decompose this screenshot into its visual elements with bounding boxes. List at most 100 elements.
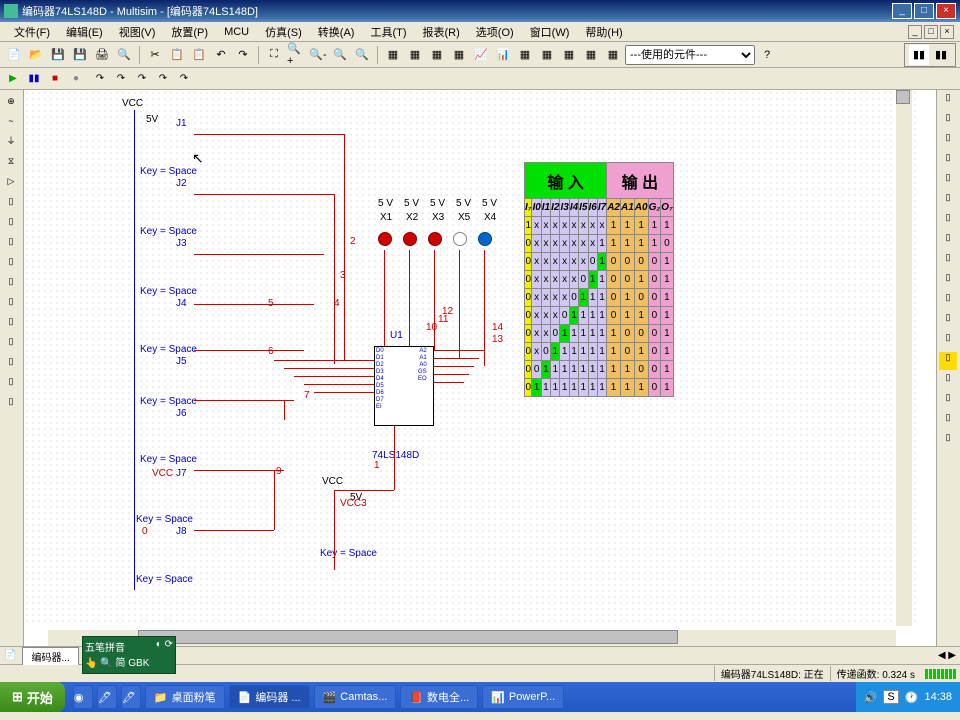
step4-button[interactable]: ↷ bbox=[154, 70, 172, 88]
left-tool-5[interactable]: ▷ bbox=[2, 172, 20, 190]
switch-j4[interactable]: J4 bbox=[176, 298, 187, 309]
right-tool-16[interactable]: ▯ bbox=[939, 392, 957, 410]
start-button[interactable]: ⊞开始 bbox=[0, 682, 65, 712]
left-tool-2[interactable]: ~ bbox=[2, 112, 20, 130]
switch-j1[interactable]: J1 bbox=[176, 118, 187, 129]
step3-button[interactable]: ↷ bbox=[133, 70, 151, 88]
zoomin-button[interactable]: 🔍+ bbox=[286, 45, 306, 65]
hier-button[interactable]: ▦ bbox=[383, 45, 403, 65]
undo-button[interactable]: ↶ bbox=[211, 45, 231, 65]
tray-icon-1[interactable]: 🔊 bbox=[864, 691, 878, 704]
quick-3[interactable]: 🖊 bbox=[121, 685, 141, 709]
task-4[interactable]: 📕数电全... bbox=[400, 685, 478, 709]
left-tool-11[interactable]: ▯ bbox=[2, 292, 20, 310]
mdi-minimize[interactable]: _ bbox=[908, 25, 922, 39]
menu-options[interactable]: 选项(O) bbox=[468, 22, 522, 42]
open-button[interactable]: 📂 bbox=[26, 45, 46, 65]
left-tool-15[interactable]: ▯ bbox=[2, 372, 20, 390]
left-tool-12[interactable]: ▯ bbox=[2, 312, 20, 330]
help-button[interactable]: ? bbox=[757, 45, 777, 65]
paste-button[interactable]: 📋 bbox=[189, 45, 209, 65]
sim-switch-pause[interactable]: ▮▮ bbox=[931, 45, 951, 65]
tray-ime-icon[interactable]: S bbox=[883, 690, 898, 704]
right-tool-11[interactable]: ▯ bbox=[939, 292, 957, 310]
probe-led-3[interactable] bbox=[428, 232, 442, 246]
menu-place[interactable]: 放置(P) bbox=[163, 22, 216, 42]
redo-button[interactable]: ↷ bbox=[233, 45, 253, 65]
system-tray[interactable]: 🔊 S 🕐 14:38 bbox=[856, 682, 960, 712]
probe-led-4[interactable] bbox=[478, 232, 492, 246]
right-tool-5[interactable]: ▯ bbox=[939, 172, 957, 190]
list2-button[interactable]: ▦ bbox=[559, 45, 579, 65]
menu-sim[interactable]: 仿真(S) bbox=[257, 22, 310, 42]
right-tool-4[interactable]: ▯ bbox=[939, 152, 957, 170]
switch-j7[interactable]: J7 bbox=[176, 468, 187, 479]
fullscreen-button[interactable]: ⛶ bbox=[264, 45, 284, 65]
zoomfit-button[interactable]: 🔍 bbox=[330, 45, 350, 65]
left-tool-4[interactable]: ⧖ bbox=[2, 152, 20, 170]
copy-button[interactable]: 📋 bbox=[167, 45, 187, 65]
switch-j5[interactable]: J5 bbox=[176, 356, 187, 367]
right-tool-14[interactable]: ▯ bbox=[939, 352, 957, 370]
menu-report[interactable]: 报表(R) bbox=[415, 22, 468, 42]
preview-button[interactable]: 🔍 bbox=[114, 45, 134, 65]
quick-2[interactable]: 🖊 bbox=[97, 685, 117, 709]
sheet-button[interactable]: ▦ bbox=[427, 45, 447, 65]
grid-button[interactable]: ▦ bbox=[405, 45, 425, 65]
step5-button[interactable]: ↷ bbox=[175, 70, 193, 88]
sim-switch-on[interactable]: ▮▮ bbox=[909, 45, 929, 65]
print-button[interactable]: 🖨 bbox=[92, 45, 112, 65]
component-combo[interactable]: ---使用的元件--- bbox=[625, 45, 755, 65]
ime-panel[interactable]: 五笔拼音 ◐ ⟳ 👆 🔍 简 GBK bbox=[82, 636, 176, 674]
menu-window[interactable]: 窗口(W) bbox=[522, 22, 578, 42]
right-tool-8[interactable]: ▯ bbox=[939, 232, 957, 250]
cut-button[interactable]: ✂ bbox=[145, 45, 165, 65]
left-tool-10[interactable]: ▯ bbox=[2, 272, 20, 290]
erc-button[interactable]: ▦ bbox=[449, 45, 469, 65]
mdi-restore[interactable]: □ bbox=[924, 25, 938, 39]
right-tool-13[interactable]: ▯ bbox=[939, 332, 957, 350]
menu-mcu[interactable]: MCU bbox=[216, 24, 257, 40]
menu-file[interactable]: 文件(F) bbox=[6, 22, 58, 42]
graph-button[interactable]: 📈 bbox=[471, 45, 491, 65]
right-tool-17[interactable]: ▯ bbox=[939, 412, 957, 430]
vertical-scrollbar[interactable] bbox=[896, 90, 912, 626]
task-2[interactable]: 📄编码器 ... bbox=[229, 685, 310, 709]
menu-tools[interactable]: 工具(T) bbox=[362, 22, 414, 42]
save-all-button[interactable]: 💾 bbox=[70, 45, 90, 65]
left-tool-14[interactable]: ▯ bbox=[2, 352, 20, 370]
right-tool-9[interactable]: ▯ bbox=[939, 252, 957, 270]
zoomarea-button[interactable]: 🔍 bbox=[352, 45, 372, 65]
left-tool-3[interactable]: ⏚ bbox=[2, 132, 20, 150]
db-button[interactable]: ▦ bbox=[515, 45, 535, 65]
pause-button[interactable]: ▮▮ bbox=[25, 70, 43, 88]
task-1[interactable]: 📁桌面粉笔 bbox=[145, 685, 225, 709]
tray-icon-2[interactable]: 🕐 bbox=[905, 691, 919, 704]
switch-j3[interactable]: J3 bbox=[176, 238, 187, 249]
switch-j2[interactable]: J2 bbox=[176, 178, 187, 189]
left-tool-1[interactable]: ⊕ bbox=[2, 92, 20, 110]
document-tab[interactable]: 编码器... bbox=[22, 647, 78, 665]
save-button[interactable]: 💾 bbox=[48, 45, 68, 65]
right-tool-3[interactable]: ▯ bbox=[939, 132, 957, 150]
left-tool-6[interactable]: ▯ bbox=[2, 192, 20, 210]
task-5[interactable]: 📊PowerP... bbox=[482, 685, 564, 709]
probe-led-5[interactable] bbox=[453, 232, 467, 246]
breadboard-button[interactable]: ▦ bbox=[581, 45, 601, 65]
mdi-close[interactable]: × bbox=[940, 25, 954, 39]
left-tool-7[interactable]: ▯ bbox=[2, 212, 20, 230]
run-button[interactable]: ▶ bbox=[4, 70, 22, 88]
minimize-button[interactable]: _ bbox=[892, 3, 912, 19]
step-button[interactable]: ↷ bbox=[91, 70, 109, 88]
switch-j6[interactable]: J6 bbox=[176, 408, 187, 419]
right-tool-15[interactable]: ▯ bbox=[939, 372, 957, 390]
new-button[interactable]: 📄 bbox=[4, 45, 24, 65]
right-tool-12[interactable]: ▯ bbox=[939, 312, 957, 330]
left-tool-13[interactable]: ▯ bbox=[2, 332, 20, 350]
record-button[interactable]: ● bbox=[67, 70, 85, 88]
stop-button[interactable]: ■ bbox=[46, 70, 64, 88]
right-tool-7[interactable]: ▯ bbox=[939, 212, 957, 230]
menu-view[interactable]: 视图(V) bbox=[111, 22, 164, 42]
task-3[interactable]: 🎬Camtas... bbox=[314, 685, 397, 709]
right-tool-2[interactable]: ▯ bbox=[939, 112, 957, 130]
